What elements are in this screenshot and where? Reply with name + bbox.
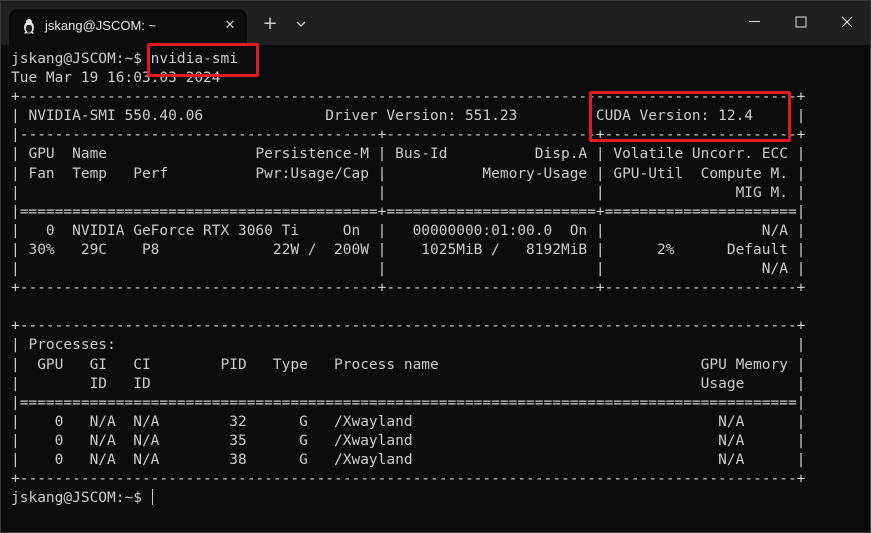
highlight-cuda-version-box	[589, 91, 791, 142]
shell-prompt: jskang@JSCOM:~$	[11, 490, 151, 507]
terminal-line: | | | N/A |	[11, 261, 806, 278]
terminal-line: +---------------------------------------…	[11, 318, 806, 335]
prompt-line[interactable]: jskang@JSCOM:~$	[11, 489, 805, 508]
terminal-line: |=======================================…	[11, 394, 806, 411]
terminal-line: | | | MIG M. |	[11, 184, 806, 201]
linux-penguin-icon	[21, 18, 37, 34]
terminal-line: |=======================================…	[11, 203, 806, 220]
terminal-line: | 0 N/A N/A 32 G /Xwayland N/A |	[11, 413, 806, 430]
terminal-line: | Fan Temp Perf Pwr:Usage/Cap | Memory-U…	[11, 165, 806, 182]
chevron-down-icon[interactable]	[291, 13, 311, 35]
terminal-line: | 0 N/A N/A 35 G /Xwayland N/A |	[11, 432, 806, 449]
new-tab-button[interactable]: +	[259, 13, 281, 35]
terminal-line: jskang@JSCOM:~$ nvidia-smi	[11, 51, 238, 67]
terminal-line: | 0 NVIDIA GeForce RTX 3060 Ti On | 0000…	[11, 222, 806, 239]
tab-close-icon[interactable]: ✕	[221, 17, 239, 35]
tab-title: jskang@JSCOM: ~	[45, 18, 157, 33]
close-window-icon[interactable]	[827, 7, 867, 37]
terminal-line: | 30% 29C P8 22W / 200W | 1025MiB / 8192…	[11, 241, 806, 258]
terminal-line: +---------------------------------------…	[11, 280, 806, 297]
highlight-command-box	[147, 43, 259, 77]
terminal-line: | Processes: |	[11, 337, 806, 354]
minimize-icon[interactable]	[735, 7, 775, 37]
tab-terminal[interactable]: jskang@JSCOM: ~ ✕	[9, 9, 247, 45]
terminal-line: Tue Mar 19 16:03:03 2024	[11, 70, 221, 87]
title-bar[interactable]: jskang@JSCOM: ~ ✕ +	[1, 1, 870, 45]
terminal-line: +---------------------------------------…	[11, 471, 806, 488]
terminal-line: | GPU Name Persistence-M | Bus-Id Disp.A…	[11, 146, 806, 163]
terminal-window: jskang@JSCOM: ~ ✕ + jskang@JSCOM:~$ nvid…	[0, 0, 871, 533]
text-cursor	[151, 489, 153, 506]
maximize-icon[interactable]	[781, 7, 821, 37]
terminal-line: | GPU GI CI PID Type Process name GPU Me…	[11, 356, 806, 373]
terminal-line: | 0 N/A N/A 38 G /Xwayland N/A |	[11, 451, 806, 468]
terminal-line: | ID ID Usage |	[11, 375, 806, 392]
